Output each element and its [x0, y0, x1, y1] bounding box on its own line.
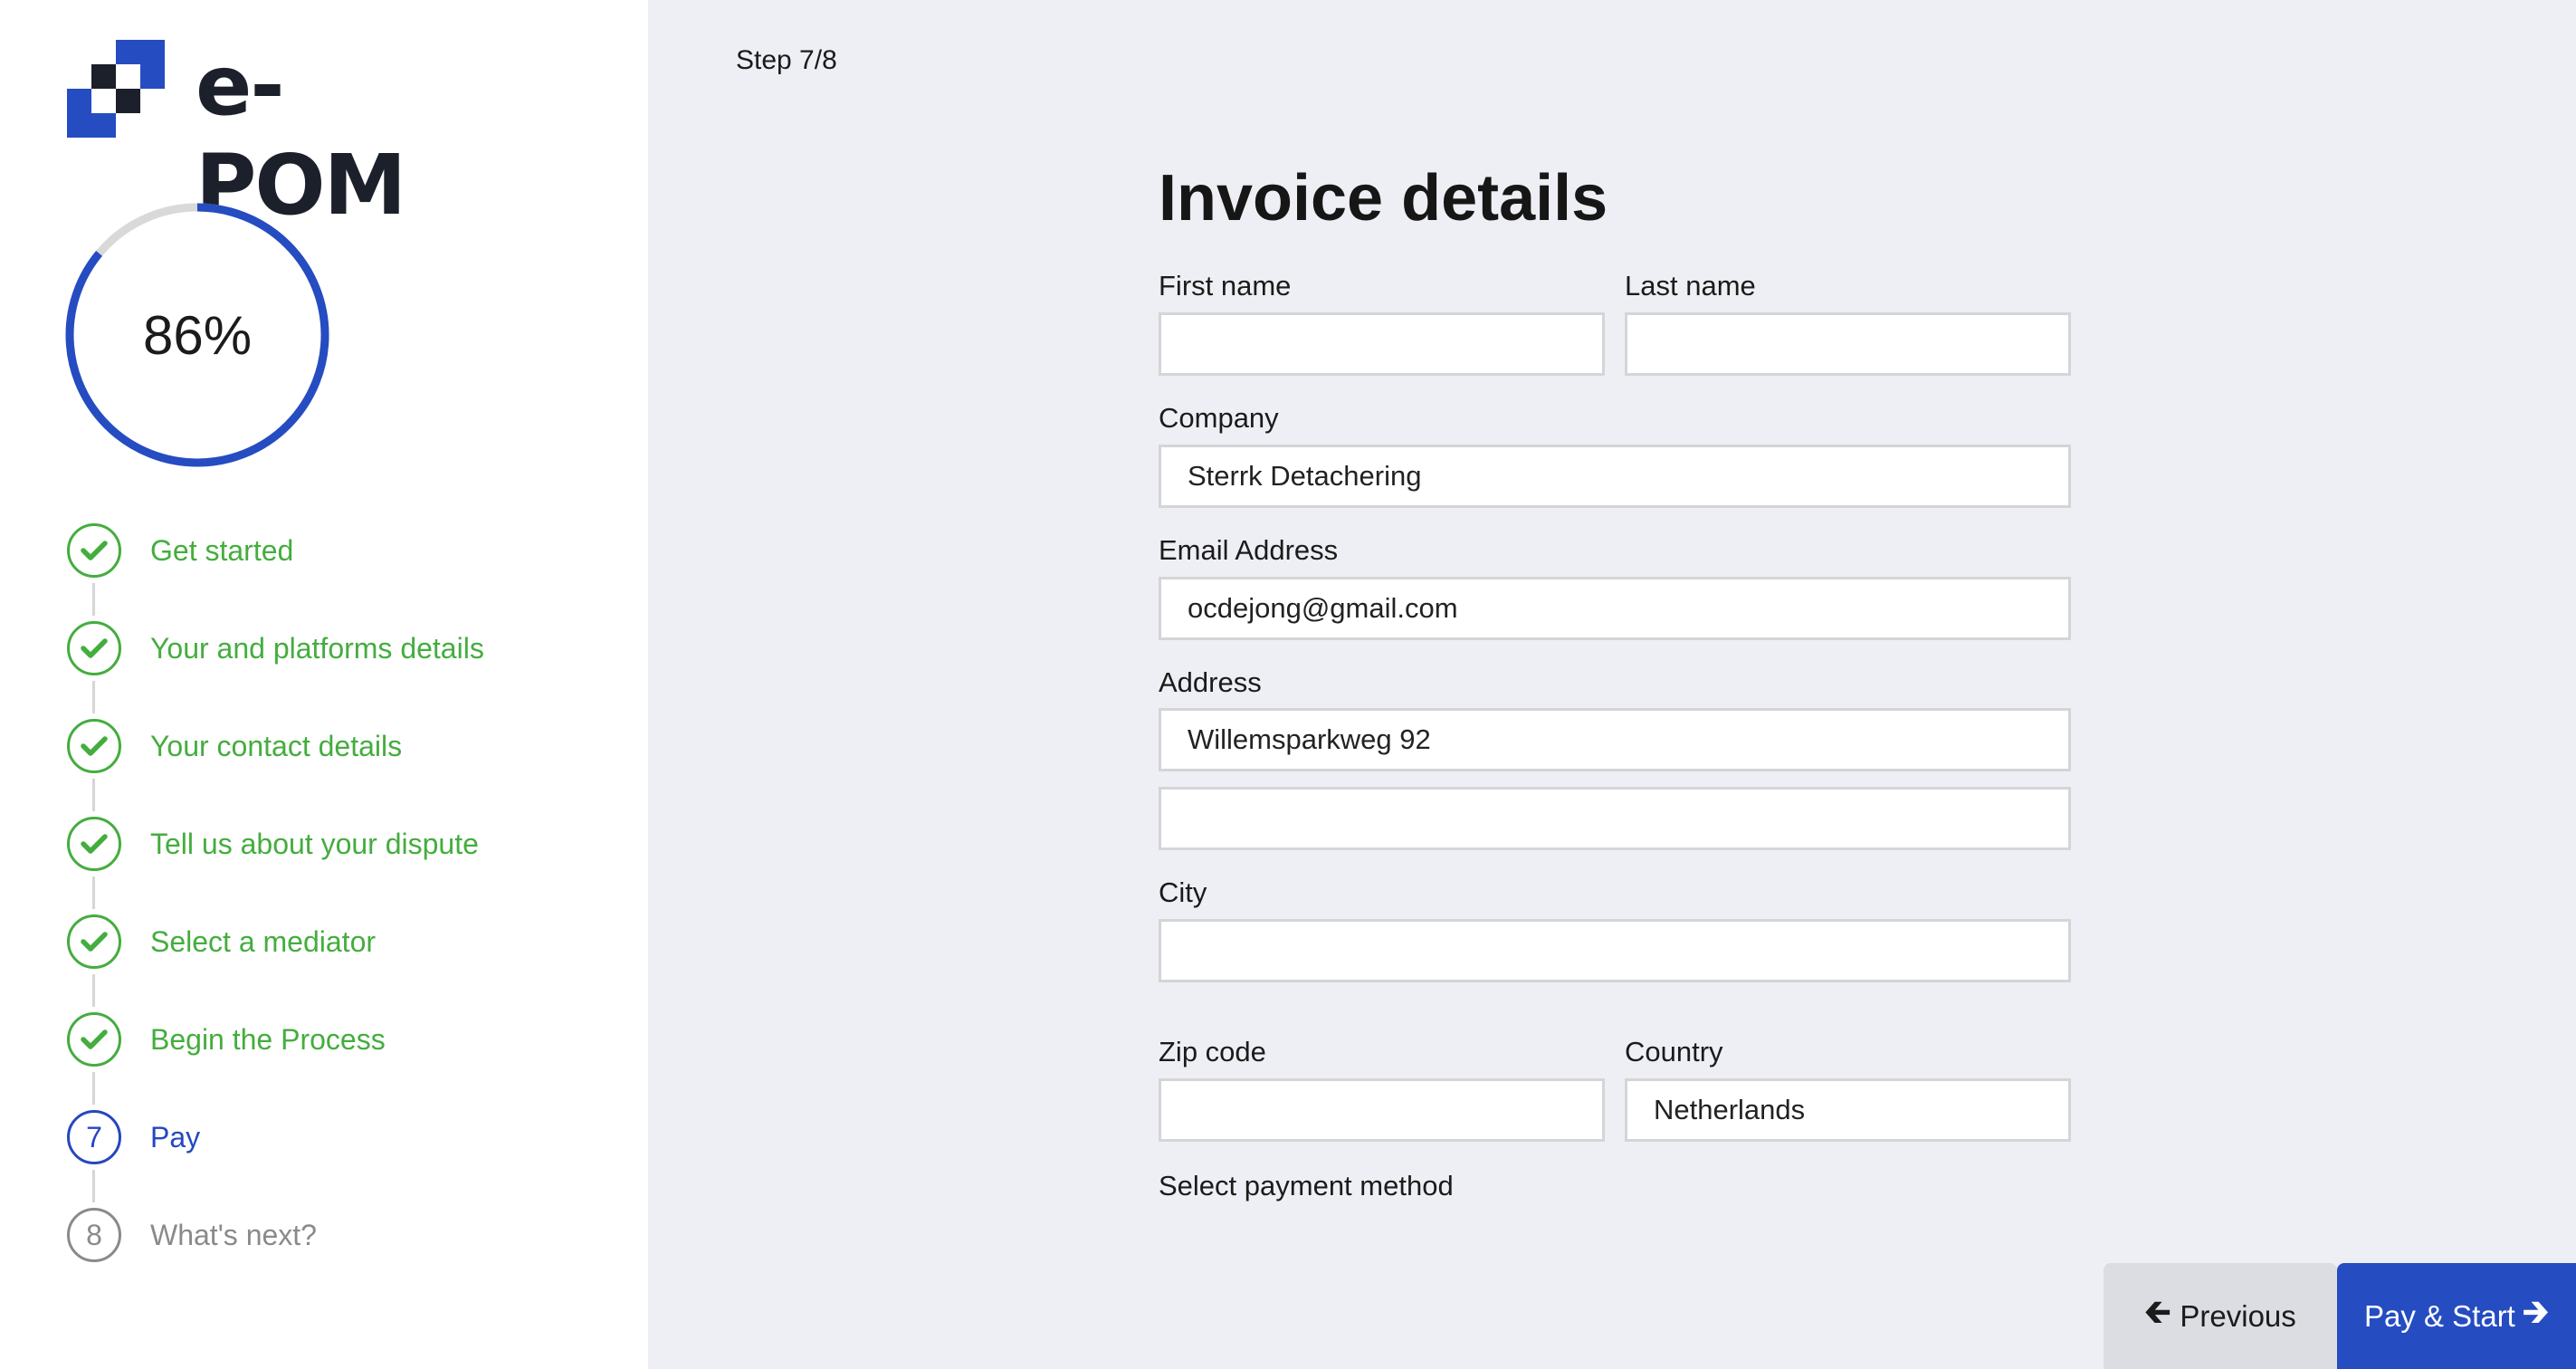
- main-content: Step 7/8 Invoice details First name Last…: [648, 0, 2576, 1369]
- step-indicator: [67, 523, 121, 578]
- step-label: Your contact details: [150, 730, 403, 762]
- previous-button-label: Previous: [2180, 1298, 2296, 1333]
- country-input[interactable]: [1625, 1078, 2071, 1142]
- step-connector: [92, 876, 95, 909]
- address-label: Address: [1159, 666, 1262, 698]
- arrow-left-icon: 🡰: [2144, 1293, 2171, 1330]
- step-counter: Step 7/8: [736, 45, 837, 75]
- step-item: 8 What's next?: [67, 1208, 628, 1306]
- progress-ring: 86%: [65, 203, 329, 467]
- last-name-label: Last name: [1625, 270, 1756, 302]
- step-connector: [92, 1170, 95, 1202]
- step-label: Pay: [150, 1121, 201, 1154]
- address-line2-input[interactable]: [1159, 787, 2071, 850]
- last-name-input[interactable]: [1625, 312, 2071, 376]
- logo-mark-icon: [67, 40, 165, 138]
- step-number: 8: [86, 1218, 102, 1251]
- step-connector: [92, 583, 95, 616]
- step-label: Tell us about your dispute: [150, 828, 479, 860]
- step-connector: [92, 681, 95, 713]
- step-indicator: [67, 621, 121, 675]
- company-input[interactable]: [1159, 445, 2071, 508]
- step-label: Get started: [150, 534, 294, 567]
- step-label: Select a mediator: [150, 925, 377, 958]
- step-item[interactable]: Tell us about your dispute: [67, 817, 628, 914]
- step-item[interactable]: Get started: [67, 523, 628, 621]
- check-icon: [81, 637, 108, 659]
- zip-code-input[interactable]: [1159, 1078, 1605, 1142]
- step-connector: [92, 779, 95, 811]
- email-label: Email Address: [1159, 534, 1339, 566]
- step-indicator: 7: [67, 1110, 121, 1164]
- city-input[interactable]: [1159, 919, 2071, 982]
- first-name-label: First name: [1159, 270, 1292, 302]
- first-name-input[interactable]: [1159, 312, 1605, 376]
- page-title: Invoice details: [1159, 162, 1608, 235]
- check-icon: [81, 931, 108, 953]
- check-icon: [81, 735, 108, 757]
- payment-method-label: Select payment method: [1159, 1170, 1454, 1201]
- zip-code-label: Zip code: [1159, 1036, 1266, 1067]
- check-icon: [81, 540, 108, 561]
- step-indicator: [67, 817, 121, 871]
- step-connector: [92, 974, 95, 1007]
- step-connector: [92, 1072, 95, 1105]
- check-icon: [81, 833, 108, 855]
- step-item[interactable]: Your and platforms details: [67, 621, 628, 719]
- previous-button[interactable]: 🡰 Previous: [2104, 1263, 2337, 1369]
- city-label: City: [1159, 876, 1207, 908]
- step-item: 7 Pay: [67, 1110, 628, 1208]
- check-icon: [81, 1029, 108, 1050]
- pay-and-start-button-label: Pay & Start: [2363, 1298, 2515, 1333]
- step-item[interactable]: Your contact details: [67, 719, 628, 817]
- step-list: Get started Your and platforms details You…: [67, 523, 628, 1306]
- step-indicator: [67, 1012, 121, 1067]
- arrow-right-icon: 🡲: [2522, 1293, 2550, 1330]
- country-label: Country: [1625, 1036, 1723, 1067]
- step-item[interactable]: Begin the Process: [67, 1012, 628, 1110]
- step-indicator: [67, 719, 121, 773]
- step-label: Begin the Process: [150, 1023, 386, 1056]
- email-input[interactable]: [1159, 577, 2071, 640]
- step-item[interactable]: Select a mediator: [67, 914, 628, 1012]
- step-indicator: 8: [67, 1208, 121, 1262]
- progress-percent: 86%: [142, 304, 253, 366]
- logo[interactable]: e-POM: [67, 37, 483, 234]
- step-label: Your and platforms details: [150, 632, 484, 665]
- sidebar: e-POM 86% Get started Your and platforms …: [0, 0, 648, 1369]
- company-label: Company: [1159, 402, 1279, 434]
- step-label: What's next?: [150, 1219, 317, 1251]
- step-indicator: [67, 914, 121, 969]
- step-number: 7: [86, 1120, 102, 1154]
- address-line1-input[interactable]: [1159, 708, 2071, 771]
- pay-and-start-button[interactable]: Pay & Start 🡲: [2337, 1263, 2576, 1369]
